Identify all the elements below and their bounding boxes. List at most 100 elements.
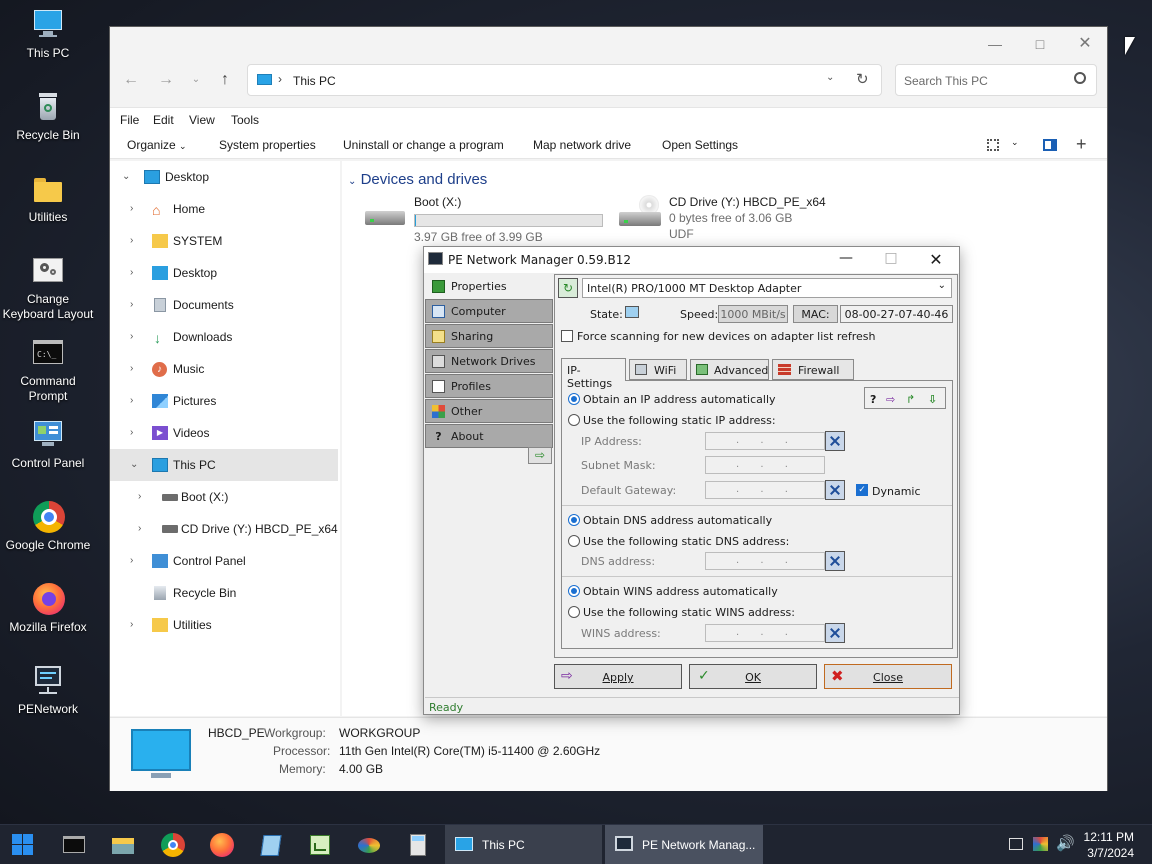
recent-chevron-down-icon[interactable]: ⌄ (185, 69, 207, 91)
tree-item-home[interactable]: › ⌂ Home (110, 193, 338, 225)
tree-item-boot-drive[interactable]: › Boot (X:) (110, 481, 338, 513)
address-bar[interactable]: › This PC ⌄ ↻ (247, 64, 882, 96)
calculator-icon[interactable] (406, 833, 430, 857)
export-icon[interactable]: ↱ (906, 393, 915, 406)
collapse-arrow-button[interactable]: ⇨ (528, 447, 552, 464)
tab-profiles[interactable]: Profiles (425, 374, 553, 398)
menu-tools[interactable]: Tools (231, 113, 259, 127)
tree-item-pictures[interactable]: › Pictures (110, 385, 338, 417)
folder-icon[interactable] (111, 833, 135, 857)
close-button[interactable]: ✕ (1071, 33, 1099, 55)
desktop-icon-utilities[interactable]: Utilities (0, 172, 96, 225)
tab-other[interactable]: Other (425, 399, 553, 423)
task-manager-icon[interactable] (308, 833, 332, 857)
desktop-icon-recycle-bin[interactable]: Recycle Bin (0, 90, 96, 143)
chrome-icon[interactable] (161, 833, 185, 857)
clear-ip-button[interactable] (825, 431, 845, 451)
open-settings-button[interactable]: Open Settings (662, 138, 738, 152)
add-icon[interactable]: + (1076, 134, 1087, 155)
dns-address-field[interactable]: . . . (705, 552, 825, 570)
arrow-right-icon[interactable]: ⇨ (886, 393, 895, 406)
chevron-right-icon[interactable]: › (130, 363, 140, 374)
clear-wins-button[interactable] (825, 623, 845, 643)
dns-static-radio[interactable] (568, 535, 580, 547)
volume-icon[interactable]: 🔊 (1056, 834, 1075, 852)
system-clock[interactable]: 12:11 PM 3/7/2024 (1084, 829, 1134, 861)
menu-view[interactable]: View (189, 113, 215, 127)
breadcrumb-this-pc[interactable]: This PC (293, 74, 336, 88)
inner-tab-ip-settings[interactable]: IP-Settings (561, 358, 626, 390)
tree-item-videos[interactable]: › ▶ Videos (110, 417, 338, 449)
tab-computer[interactable]: Computer (425, 299, 553, 323)
chevron-right-icon[interactable]: › (138, 491, 148, 502)
wins-auto-radio[interactable] (568, 585, 580, 597)
firefox-icon[interactable] (210, 833, 234, 857)
desktop-icon-mozilla-firefox[interactable]: Mozilla Firefox (0, 582, 96, 635)
desktop-icon-this-pc[interactable]: This PC (0, 8, 96, 61)
menu-edit[interactable]: Edit (153, 113, 174, 127)
tab-network-drives[interactable]: Network Drives (425, 349, 553, 373)
ip-static-radio[interactable] (568, 414, 580, 426)
notepad-icon[interactable] (259, 833, 283, 857)
forward-arrow-icon[interactable]: → (155, 69, 177, 91)
tree-item-cd-drive[interactable]: › CD Drive (Y:) HBCD_PE_x64 (110, 513, 338, 545)
drive-tile-boot[interactable]: Boot (X:) 3.97 GB free of 3.99 GB (360, 195, 610, 244)
desktop-icon-change-keyboard-layout[interactable]: Change Keyboard Layout (0, 254, 96, 322)
chevron-right-icon[interactable]: › (130, 267, 140, 278)
desktop-icon-command-prompt[interactable]: C:\_ Command Prompt (0, 336, 96, 404)
search-input[interactable]: Search This PC (895, 64, 1097, 96)
chevron-right-icon[interactable]: › (130, 619, 140, 630)
desktop-icon-penetwork[interactable]: PENetwork (0, 664, 96, 717)
drive-tile-cd[interactable]: CD Drive (Y:) HBCD_PE_x64 0 bytes free o… (615, 195, 865, 243)
tree-item-desktop-root[interactable]: ⌄ Desktop (110, 161, 338, 193)
tree-item-music[interactable]: › ♪ Music (110, 353, 338, 385)
chevron-down-icon[interactable]: ⌄ (122, 171, 132, 182)
chevron-right-icon[interactable]: › (130, 395, 140, 406)
tree-item-recycle-bin[interactable]: Recycle Bin (110, 577, 338, 609)
inner-tab-firewall[interactable]: Firewall (772, 359, 854, 380)
inner-tab-wifi[interactable]: WiFi (629, 359, 687, 380)
ok-button[interactable]: ✓ OK (689, 664, 817, 689)
chevron-right-icon[interactable]: › (130, 203, 140, 214)
view-layout-icon[interactable] (987, 139, 999, 151)
tab-about[interactable]: ? About (425, 424, 553, 448)
refresh-icon[interactable]: ↻ (856, 70, 869, 88)
subnet-mask-field[interactable]: . . . (705, 456, 825, 474)
adapter-select[interactable]: Intel(R) PRO/1000 MT Desktop Adapter ⌄ (582, 278, 952, 298)
close-dialog-button[interactable]: ✖ Close (824, 664, 952, 689)
minimize-button[interactable]: — (981, 33, 1009, 55)
system-properties-button[interactable]: System properties (219, 138, 316, 152)
address-dropdown-icon[interactable]: ⌄ (826, 72, 834, 83)
ip-address-field[interactable]: . . . (705, 432, 825, 450)
refresh-adapter-button[interactable]: ↻ (558, 278, 578, 298)
help-icon[interactable]: ? (870, 393, 876, 406)
dns-auto-radio[interactable] (568, 514, 580, 526)
pe-close-button[interactable]: ✕ (924, 250, 948, 269)
pe-minimize-button[interactable]: — (834, 250, 858, 266)
section-header-devices-and-drives[interactable]: ⌄ Devices and drives (348, 171, 487, 188)
tree-item-desktop[interactable]: › Desktop (110, 257, 338, 289)
tree-item-downloads[interactable]: › ↓ Downloads (110, 321, 338, 353)
clear-gateway-button[interactable] (825, 480, 845, 500)
desktop-icon-google-chrome[interactable]: Google Chrome (0, 500, 96, 553)
chevron-down-icon[interactable]: ⌄ (130, 459, 140, 470)
desktop-icon-control-panel[interactable]: Control Panel (0, 418, 96, 471)
tab-sharing[interactable]: Sharing (425, 324, 553, 348)
inner-tab-advanced[interactable]: Advanced (690, 359, 769, 380)
chevron-right-icon[interactable]: › (130, 331, 140, 342)
expand-down-icon[interactable]: ⇩ (928, 393, 937, 406)
wins-static-radio[interactable] (568, 606, 580, 618)
chevron-right-icon[interactable]: › (130, 555, 140, 566)
paint-icon[interactable] (357, 833, 381, 857)
view-chevron-down-icon[interactable]: ⌄ (1011, 137, 1019, 148)
clear-dns-button[interactable] (825, 551, 845, 571)
default-gateway-field[interactable]: . . . (705, 481, 825, 499)
start-windows-icon[interactable] (11, 833, 35, 857)
force-scan-checkbox[interactable] (561, 330, 573, 342)
terminal-icon[interactable] (62, 833, 86, 857)
network-tray-icon[interactable] (1009, 838, 1023, 850)
organize-button[interactable]: Organize ⌄ (127, 138, 187, 152)
tree-item-system[interactable]: › SYSTEM (110, 225, 338, 257)
back-arrow-icon[interactable]: ← (120, 69, 142, 91)
tab-properties[interactable]: Properties (425, 274, 553, 298)
